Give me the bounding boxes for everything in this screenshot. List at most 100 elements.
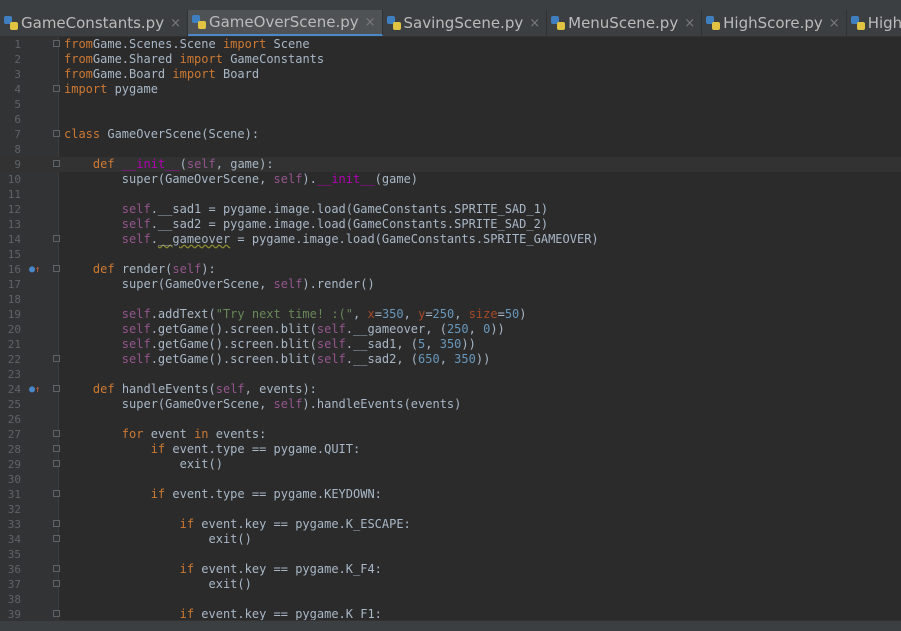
code-line[interactable]: 20 self.getGame().screen.blit(self.__gam… [0, 322, 901, 337]
line-number: 2 [14, 53, 21, 66]
override-method-icon[interactable]: ●↑ [29, 262, 43, 278]
code-line[interactable]: 28 if event.type == pygame.QUIT: [0, 442, 901, 457]
fold-marker-icon[interactable] [53, 40, 60, 47]
line-number: 5 [14, 98, 21, 111]
code-line[interactable]: 3 fromGame.Board import Board [0, 67, 901, 82]
code-text: import pygame [64, 82, 158, 96]
code-line[interactable]: 23 [0, 367, 901, 382]
code-line[interactable]: 17 super(GameOverScene, self).render() [0, 277, 901, 292]
tab-savingscene-py[interactable]: SavingScene.py × [383, 10, 548, 36]
fold-marker-icon[interactable] [53, 160, 60, 167]
close-tab-icon[interactable]: × [684, 16, 695, 31]
line-number: 9 [14, 158, 21, 171]
code-line[interactable]: 37 exit() [0, 577, 901, 592]
fold-marker-icon[interactable] [53, 565, 60, 572]
tab-menuscene-py[interactable]: MenuScene.py × [547, 10, 703, 36]
line-number: 7 [14, 128, 21, 141]
code-line[interactable]: 38 [0, 592, 901, 607]
python-file-icon [191, 15, 206, 29]
tab-label: HighScore.py [723, 14, 823, 32]
code-text: if event.type == pygame.QUIT: [150, 442, 361, 456]
fold-marker-icon[interactable] [53, 445, 60, 452]
fold-marker-icon[interactable] [53, 235, 60, 242]
tab-label: MenuScene.py [568, 14, 679, 32]
code-line[interactable]: 6 [0, 112, 901, 127]
line-number: 37 [7, 578, 21, 591]
code-line[interactable]: 35 [0, 547, 901, 562]
code-line[interactable]: 11 [0, 187, 901, 202]
code-line[interactable]: 21 self.getGame().screen.blit(self.__sad… [0, 337, 901, 352]
fold-marker-icon[interactable] [53, 490, 60, 497]
code-line[interactable]: 8 [0, 142, 901, 157]
code-line[interactable]: 26 [0, 412, 901, 427]
code-line[interactable]: 15 [0, 247, 901, 262]
fold-marker-icon[interactable] [53, 130, 60, 137]
tab-gameoverscene-py[interactable]: GameOverScene.py × [187, 10, 383, 36]
line-number: 8 [14, 143, 21, 156]
fold-marker-icon[interactable] [53, 520, 60, 527]
code-text: self.__sad2 = pygame.image.load(GameCons… [121, 217, 549, 231]
code-line[interactable]: 30 [0, 472, 901, 487]
code-text: if event.key == pygame.K_F4: [179, 562, 382, 576]
window-title-strip [0, 0, 901, 10]
code-line[interactable]: 31 if event.type == pygame.KEYDOWN: [0, 487, 901, 502]
code-line[interactable]: 18 [0, 292, 901, 307]
code-line[interactable]: 29 exit() [0, 457, 901, 472]
close-tab-icon[interactable]: × [829, 16, 840, 31]
close-tab-icon[interactable]: × [365, 15, 376, 30]
code-line[interactable]: 2 fromGame.Shared import GameConstants [0, 52, 901, 67]
code-line[interactable]: 36 if event.key == pygame.K_F4: [0, 562, 901, 577]
line-number: 1 [14, 38, 21, 51]
fold-marker-icon[interactable] [53, 610, 60, 617]
code-line[interactable]: 12 self.__sad1 = pygame.image.load(GameC… [0, 202, 901, 217]
code-line[interactable]: 1 fromGame.Scenes.Scene import Scene [0, 37, 901, 52]
code-line[interactable]: 9 def __init__(self, game): [0, 157, 901, 172]
code-line[interactable]: 24 ●↑ def handleEvents(self, events): [0, 382, 901, 397]
code-line[interactable]: 7 class GameOverScene(Scene): [0, 127, 901, 142]
line-number: 38 [7, 593, 21, 606]
code-line[interactable]: 22 self.getGame().screen.blit(self.__sad… [0, 352, 901, 367]
python-file-icon [706, 16, 721, 30]
close-tab-icon[interactable]: × [529, 16, 540, 31]
line-number: 21 [7, 338, 21, 351]
code-line[interactable]: 32 [0, 502, 901, 517]
code-line[interactable]: 25 super(GameOverScene, self).handleEven… [0, 397, 901, 412]
code-line[interactable]: 10 super(GameOverScene, self).__init__(g… [0, 172, 901, 187]
fold-marker-icon[interactable] [53, 430, 60, 437]
fold-marker-icon[interactable] [53, 265, 60, 272]
code-editor[interactable]: 1 fromGame.Scenes.Scene import Scene 2 from… [0, 37, 901, 620]
fold-marker-icon[interactable] [53, 580, 60, 587]
code-line[interactable]: 39 if event.key == pygame.K_F1: [0, 607, 901, 620]
code-line[interactable]: 13 self.__sad2 = pygame.image.load(GameC… [0, 217, 901, 232]
close-tab-icon[interactable]: × [170, 16, 181, 31]
code-line[interactable]: 5 [0, 97, 901, 112]
code-line[interactable]: 33 if event.key == pygame.K_ESCAPE: [0, 517, 901, 532]
line-number: 4 [14, 83, 21, 96]
fold-marker-icon[interactable] [53, 85, 60, 92]
line-number: 31 [7, 488, 21, 501]
line-number: 23 [7, 368, 21, 381]
code-line[interactable]: 34 exit() [0, 532, 901, 547]
line-number: 26 [7, 413, 21, 426]
tab-highscore-py[interactable]: HighScore.py × [702, 10, 847, 36]
tab-highscor[interactable]: HighScor [847, 10, 901, 36]
line-number: 28 [7, 443, 21, 456]
line-number: 19 [7, 308, 21, 321]
fold-marker-icon[interactable] [53, 460, 60, 467]
code-line[interactable]: 4 import pygame [0, 82, 901, 97]
code-line[interactable]: 27 for event in events: [0, 427, 901, 442]
fold-marker-icon[interactable] [53, 355, 60, 362]
code-line[interactable]: 16 ●↑ def render(self): [0, 262, 901, 277]
line-number: 30 [7, 473, 21, 486]
line-number: 35 [7, 548, 21, 561]
code-text: if event.key == pygame.K_ESCAPE: [179, 517, 411, 531]
code-line[interactable]: 14 self.__gameover = pygame.image.load(G… [0, 232, 901, 247]
code-line[interactable]: 19 self.addText("Try next time! :(", x=3… [0, 307, 901, 322]
tab-label: HighScor [867, 14, 901, 32]
tab-gameconstants-py[interactable]: GameConstants.py × [0, 10, 188, 36]
fold-marker-icon[interactable] [53, 385, 60, 392]
fold-marker-icon[interactable] [53, 535, 60, 542]
python-file-icon [850, 16, 865, 30]
override-method-icon[interactable]: ●↑ [29, 382, 43, 398]
editor-tab-bar: GameConstants.py × GameOverScene.py × Saving… [0, 10, 901, 37]
